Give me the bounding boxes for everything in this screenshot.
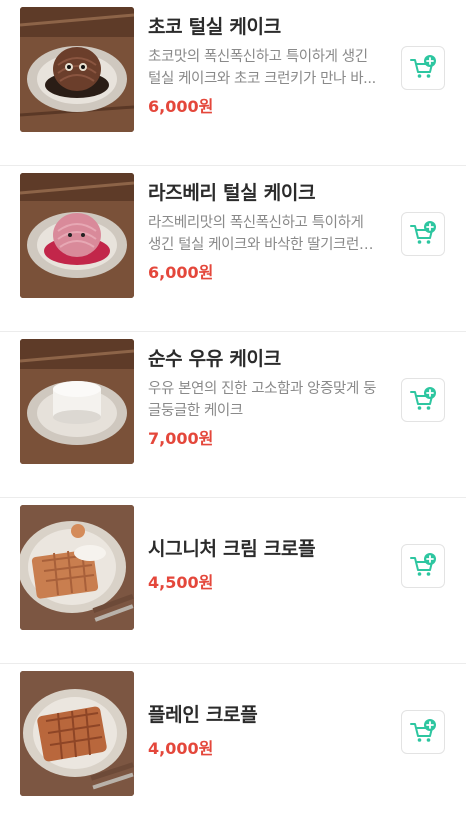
item-info: 플레인 크로플 4,000원 [148, 648, 380, 814]
product-price: 4,000원 [148, 739, 214, 758]
milk-cake-photo [20, 339, 134, 464]
product-name[interactable]: 순수 우유 케이크 [148, 346, 380, 372]
product-name[interactable]: 초코 털실 케이크 [148, 14, 380, 40]
cart-add-icon [410, 387, 436, 410]
menu-item[interactable]: 초코 털실 케이크 초코맛의 폭신폭신하고 특이하게 생긴 털실 케이크와 초코… [0, 0, 466, 166]
product-image[interactable] [20, 671, 134, 796]
product-name[interactable]: 플레인 크로플 [148, 702, 380, 728]
item-info: 시그니처 크림 크로플 4,500원 [148, 482, 380, 648]
product-description: 초코맛의 폭신폭신하고 특이하게 생긴 털실 케이크와 초코 크런키가 만나 바… [148, 49, 376, 87]
product-description: 우유 본연의 진한 고소함과 앙증맞게 둥글둥글한 케이크 [148, 381, 377, 419]
product-price: 6,000원 [148, 263, 214, 282]
product-price: 7,000원 [148, 429, 214, 448]
product-image[interactable] [20, 7, 134, 132]
plain-croffle-photo [20, 671, 134, 796]
item-info: 순수 우유 케이크 우유 본연의 진한 고소함과 앙증맞게 둥글둥글한 케이크 … [148, 346, 380, 450]
menu-item[interactable]: 라즈베리 털실 케이크 라즈베리맛의 폭신폭신하고 특이하게 생긴 털실 케이크… [0, 166, 466, 332]
product-price: 6,000원 [148, 97, 214, 116]
product-description: 라즈베리맛의 폭신폭신하고 특이하게 생긴 털실 케이크와 바삭한 딸기크런키가… [148, 215, 372, 253]
cart-add-icon [410, 55, 436, 78]
cart-add-icon [410, 221, 436, 244]
add-to-cart-button[interactable] [401, 378, 445, 422]
menu-item[interactable]: 플레인 크로플 4,000원 [0, 664, 466, 830]
cream-croffle-photo [20, 505, 134, 630]
menu-item[interactable]: 시그니처 크림 크로플 4,500원 [0, 498, 466, 664]
cart-add-icon [410, 553, 436, 576]
product-image[interactable] [20, 505, 134, 630]
item-info: 초코 털실 케이크 초코맛의 폭신폭신하고 특이하게 생긴 털실 케이크와 초코… [148, 14, 380, 118]
raspberry-cake-photo [20, 173, 134, 298]
product-image[interactable] [20, 173, 134, 298]
add-to-cart-button[interactable] [401, 710, 445, 754]
choco-cake-photo [20, 7, 134, 132]
product-image[interactable] [20, 339, 134, 464]
item-info: 라즈베리 털실 케이크 라즈베리맛의 폭신폭신하고 특이하게 생긴 털실 케이크… [148, 180, 380, 284]
product-price: 4,500원 [148, 573, 214, 592]
menu-item[interactable]: 순수 우유 케이크 우유 본연의 진한 고소함과 앙증맞게 둥글둥글한 케이크 … [0, 332, 466, 498]
menu-list: 초코 털실 케이크 초코맛의 폭신폭신하고 특이하게 생긴 털실 케이크와 초코… [0, 0, 466, 830]
product-name[interactable]: 시그니처 크림 크로플 [148, 536, 380, 562]
add-to-cart-button[interactable] [401, 46, 445, 90]
add-to-cart-button[interactable] [401, 544, 445, 588]
add-to-cart-button[interactable] [401, 212, 445, 256]
cart-add-icon [410, 719, 436, 742]
product-name[interactable]: 라즈베리 털실 케이크 [148, 180, 380, 206]
